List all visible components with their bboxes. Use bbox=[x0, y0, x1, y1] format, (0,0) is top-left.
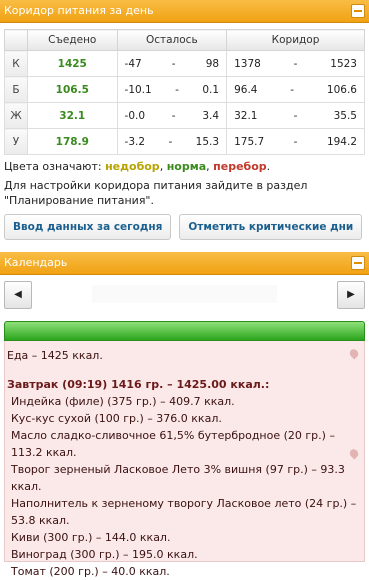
left-range: -3.2-15.3 bbox=[116, 128, 228, 155]
corr-max: 194.2 bbox=[326, 135, 357, 148]
calendar-date-label bbox=[92, 285, 277, 303]
eaten-value: 1425 bbox=[27, 50, 118, 77]
corridor-header: Коридор питания за день bbox=[0, 0, 369, 23]
left-min: -10.1 bbox=[124, 83, 152, 96]
corridor-range: 96.4-106.6 bbox=[226, 76, 365, 103]
corridor-range: 175.7-194.2 bbox=[226, 128, 365, 155]
day-entries: Еда – 1425 ккал. Завтрак (09:19) 1416 гр… bbox=[4, 341, 365, 578]
enter-today-button[interactable]: Ввод данных за сегодня bbox=[4, 214, 172, 240]
eaten-value: 178.9 bbox=[27, 128, 118, 155]
corridor-actions: Ввод данных за сегодня Отметить критичес… bbox=[4, 214, 365, 240]
row-label: Ж bbox=[4, 102, 28, 129]
next-day-button[interactable]: ▶ bbox=[337, 281, 365, 309]
left-range: -0.0-3.4 bbox=[116, 102, 228, 129]
left-min: -0.0 bbox=[124, 109, 146, 122]
food-total: Еда – 1425 ккал. bbox=[7, 349, 103, 362]
meal-title: Завтрак (09:19) 1416 гр. – 1425.00 ккал.… bbox=[7, 378, 270, 391]
corridor-title: Коридор питания за день bbox=[4, 4, 154, 17]
arrow-left-icon: ◀ bbox=[14, 289, 22, 300]
list-item: Масло сладко-сливочное 61,5% бутербродно… bbox=[11, 429, 335, 459]
table-row: Б 106.5 -10.1-0.1 96.4-106.6 bbox=[4, 76, 365, 103]
col-header-corridor: Коридор bbox=[226, 29, 365, 51]
left-range: -47-98 bbox=[116, 50, 228, 77]
row-label: У bbox=[4, 128, 28, 155]
minimize-icon[interactable] bbox=[351, 256, 365, 270]
corridor-range: 32.1-35.5 bbox=[226, 102, 365, 129]
table-header-row: Съедено Осталось Коридор bbox=[4, 29, 365, 51]
legend-over: перебор bbox=[213, 160, 267, 173]
left-range: -10.1-0.1 bbox=[116, 76, 228, 103]
legend-under: недобор bbox=[105, 160, 160, 173]
row-label: К bbox=[4, 50, 28, 77]
calendar-title: Календарь bbox=[4, 256, 68, 269]
legend-prefix: Цвета означают: bbox=[4, 160, 106, 173]
list-item: Виноград (300 гр.) – 195.0 ккал. bbox=[11, 548, 198, 561]
row-label: Б bbox=[4, 76, 28, 103]
list-item: Кус-кус сухой (100 гр.) – 376.0 ккал. bbox=[11, 412, 222, 425]
legend-norm: норма bbox=[166, 160, 207, 173]
calendar-nav: ◀ ▶ bbox=[0, 281, 369, 311]
calendar-panel: Календарь ◀ ▶ Еда – 1425 ккал. Завтрак (… bbox=[0, 252, 369, 578]
corr-max: 35.5 bbox=[333, 109, 357, 122]
corridor-range: 1378-1523 bbox=[226, 50, 365, 77]
list-item: Наполнитель к зерненому творогу Ласковое… bbox=[11, 497, 357, 527]
color-legend: Цвета означают: недобор, норма, перебор. bbox=[4, 160, 271, 173]
list-item: Индейка (филе) (375 гр.) – 409.7 ккал. bbox=[11, 395, 235, 408]
planning-note: Для настройки коридора питания зайдите в… bbox=[4, 179, 308, 207]
arrow-right-icon: ▶ bbox=[347, 289, 355, 300]
eaten-value: 32.1 bbox=[27, 102, 118, 129]
col-header-eaten: Съедено bbox=[27, 29, 118, 51]
mark-critical-days-button[interactable]: Отметить критические дни bbox=[179, 214, 363, 240]
table-row: К 1425 -47-98 1378-1523 bbox=[4, 50, 365, 77]
left-max: 15.3 bbox=[195, 135, 220, 148]
corr-min: 1378 bbox=[234, 57, 261, 70]
eaten-value: 106.5 bbox=[27, 76, 118, 103]
corr-min: 96.4 bbox=[234, 83, 258, 96]
corr-min: 32.1 bbox=[234, 109, 258, 122]
day-status-bar bbox=[4, 321, 365, 341]
list-item: Томат (200 гр.) – 40.0 ккал. bbox=[11, 565, 170, 578]
corridor-panel: Коридор питания за день Съедено Осталось… bbox=[0, 0, 369, 240]
calendar-header: Календарь bbox=[0, 252, 369, 275]
corr-max: 1523 bbox=[330, 57, 357, 70]
list-item: Творог зерненый Ласковое Лето 3% вишня (… bbox=[11, 463, 345, 493]
table-row: Ж 32.1 -0.0-3.4 32.1-35.5 bbox=[4, 102, 365, 129]
left-max: 3.4 bbox=[202, 109, 220, 122]
minimize-icon[interactable] bbox=[351, 4, 365, 18]
left-max: 98 bbox=[205, 57, 220, 70]
table-row: У 178.9 -3.2-15.3 175.7-194.2 bbox=[4, 128, 365, 155]
left-min: -47 bbox=[124, 57, 142, 70]
col-header-left: Осталось bbox=[116, 29, 228, 51]
prev-day-button[interactable]: ◀ bbox=[4, 281, 32, 309]
list-item: Киви (300 гр.) – 144.0 ккал. bbox=[11, 531, 171, 544]
col-header-label bbox=[4, 29, 28, 51]
corridor-table: Съедено Осталось Коридор К 1425 -47-98 1… bbox=[4, 29, 365, 155]
corr-min: 175.7 bbox=[234, 135, 265, 148]
left-max: 0.1 bbox=[202, 83, 220, 96]
corr-max: 106.6 bbox=[326, 83, 357, 96]
left-min: -3.2 bbox=[124, 135, 146, 148]
